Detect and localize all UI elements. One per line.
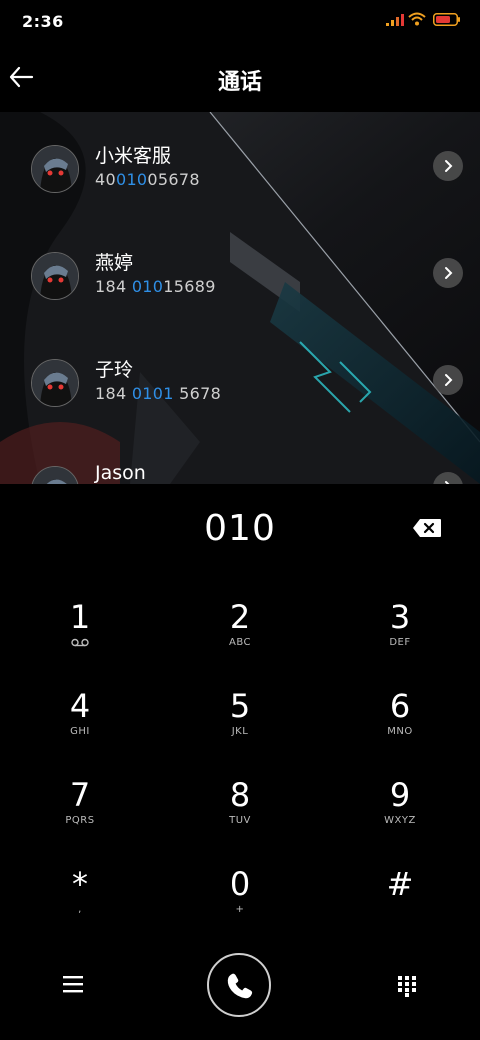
avatar <box>31 145 79 193</box>
chevron-right-icon <box>445 374 453 386</box>
dialpad-key-7[interactable]: 7 PQRS <box>0 770 160 850</box>
phone-icon <box>227 973 253 999</box>
menu-icon[interactable] <box>62 974 84 994</box>
dialpad-key-9[interactable]: 9 WXYZ <box>320 770 480 850</box>
contact-item[interactable]: Jason <box>0 458 480 484</box>
signal-icon <box>386 14 404 26</box>
battery-icon <box>433 13 460 26</box>
chevron-right-icon <box>445 481 450 484</box>
contact-number: 4001005678 <box>95 170 200 189</box>
dialpad-toggle-icon[interactable] <box>397 975 417 997</box>
contact-item[interactable]: 燕婷 184 01015689 <box>0 244 480 344</box>
contact-name: Jason <box>95 462 146 484</box>
contact-name: 小米客服 <box>95 145 172 167</box>
dialpad-key-3[interactable]: 3 DEF <box>320 592 480 672</box>
chevron-right-icon <box>445 267 453 279</box>
contact-name: 子玲 <box>95 359 134 381</box>
contact-detail-button[interactable] <box>433 258 463 288</box>
dialed-number: 010 <box>204 508 276 549</box>
dialpad-key-star[interactable]: * , <box>0 859 160 939</box>
avatar <box>31 252 79 300</box>
status-bar: 2:36 <box>0 0 480 44</box>
dialpad-key-6[interactable]: 6 MNO <box>320 681 480 761</box>
dialpad-key-2[interactable]: 2 ABC <box>160 592 320 672</box>
call-button[interactable] <box>207 953 271 1017</box>
header: 通话 <box>0 50 480 110</box>
contact-number: 184 0101 5678 <box>95 384 222 403</box>
backspace-icon[interactable] <box>412 518 442 538</box>
dialpad-key-4[interactable]: 4 GHI <box>0 681 160 761</box>
avatar <box>31 466 79 484</box>
dialpad-key-1[interactable]: 1 <box>0 592 160 672</box>
contact-item[interactable]: 小米客服 4001005678 <box>0 137 480 237</box>
dialpad-key-0[interactable]: 0 + <box>160 859 320 939</box>
dialpad-key-hash[interactable]: # <box>320 859 480 939</box>
contact-detail-button[interactable] <box>433 472 463 484</box>
dialed-number-display: 010 <box>0 500 480 560</box>
contact-name: 燕婷 <box>95 252 134 274</box>
voicemail-icon <box>71 638 89 646</box>
contact-number: 184 01015689 <box>95 277 216 296</box>
page-title: 通话 <box>217 70 262 95</box>
contact-item[interactable]: 子玲 184 0101 5678 <box>0 351 480 451</box>
contact-detail-button[interactable] <box>433 365 463 395</box>
avatar <box>31 359 79 407</box>
dialpad-key-5[interactable]: 5 JKL <box>160 681 320 761</box>
status-time: 2:36 <box>22 12 64 31</box>
dialpad-key-8[interactable]: 8 TUV <box>160 770 320 850</box>
contact-detail-button[interactable] <box>433 151 463 181</box>
wifi-icon <box>408 12 426 26</box>
chevron-right-icon <box>445 160 453 172</box>
contact-suggestions-list: 小米客服 4001005678 燕婷 184 01015689 子玲 184 0… <box>0 112 480 484</box>
